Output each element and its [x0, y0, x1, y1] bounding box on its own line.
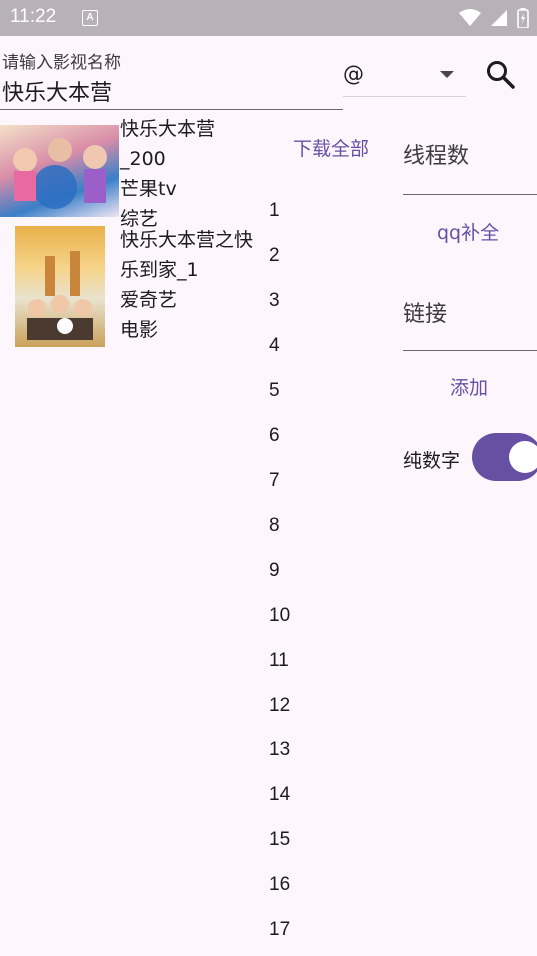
search-input[interactable]	[0, 72, 343, 110]
episode-item[interactable]: 14	[269, 780, 290, 810]
status-icons	[455, 7, 529, 29]
status-bar: 11:22 A	[0, 0, 537, 36]
link-input[interactable]: 链接	[403, 290, 537, 351]
episode-item[interactable]: 11	[269, 646, 289, 676]
result-episode: 乐到家_1	[120, 259, 199, 281]
result-title: 快乐大本营	[120, 118, 216, 140]
result-info: 快乐大本营之快 乐到家_1 爱奇艺 电影	[120, 225, 253, 345]
download-all-button[interactable]: 下载全部	[293, 134, 369, 161]
link-placeholder: 链接	[403, 302, 448, 327]
add-button[interactable]: 添加	[450, 373, 488, 400]
episode-item[interactable]: 12	[269, 691, 290, 721]
episode-item[interactable]: 6	[269, 421, 280, 451]
threads-placeholder: 线程数	[403, 144, 470, 169]
source-dropdown-value: @	[343, 62, 364, 86]
episode-item[interactable]: 3	[269, 286, 280, 316]
search-button[interactable]	[484, 58, 518, 92]
threads-input[interactable]: 线程数	[403, 132, 537, 195]
switch-thumb	[509, 441, 537, 473]
result-item[interactable]: 快乐大本营 _200 芒果tv 综艺	[0, 114, 290, 230]
dropdown-arrow-icon	[440, 71, 454, 78]
episode-item[interactable]: 17	[269, 915, 290, 945]
episode-item[interactable]: 9	[269, 556, 280, 586]
status-time: 11:22	[10, 6, 57, 27]
episode-item[interactable]: 10	[269, 601, 290, 631]
result-thumbnail	[15, 226, 105, 347]
result-thumbnail	[0, 125, 119, 217]
episode-item[interactable]: 16	[269, 870, 290, 900]
cellular-signal-icon	[490, 9, 507, 26]
qq-complete-button[interactable]: qq补全	[437, 218, 499, 245]
episode-item[interactable]: 2	[269, 241, 280, 271]
result-list: 快乐大本营 _200 芒果tv 综艺 快乐大本营之快 乐到家_1 爱奇艺 电影	[0, 114, 290, 347]
numeric-only-switch[interactable]	[472, 433, 537, 481]
source-dropdown[interactable]: @	[343, 54, 466, 97]
episode-item[interactable]: 1	[269, 196, 280, 226]
result-title: 快乐大本营之快	[120, 229, 254, 251]
result-platform: 芒果tv	[120, 178, 177, 200]
battery-icon	[517, 7, 529, 28]
episode-item[interactable]: 13	[269, 735, 290, 765]
result-platform: 爱奇艺	[120, 289, 178, 311]
numeric-only-label: 纯数字	[403, 450, 461, 472]
search-icon	[487, 61, 515, 89]
result-info: 快乐大本营 _200 芒果tv 综艺	[120, 114, 215, 234]
episode-item[interactable]: 8	[269, 511, 280, 541]
episode-item[interactable]: 4	[269, 331, 280, 361]
episode-item[interactable]: 5	[269, 376, 280, 406]
episode-item[interactable]: 15	[269, 825, 290, 855]
result-item[interactable]: 快乐大本营之快 乐到家_1 爱奇艺 电影	[0, 222, 290, 347]
wifi-icon	[458, 8, 481, 26]
notification-a-icon: A	[82, 10, 98, 26]
result-episode: _200	[120, 148, 166, 170]
search-label: 请输入影视名称	[2, 53, 121, 73]
result-category: 电影	[120, 319, 159, 341]
episode-item[interactable]: 7	[269, 466, 280, 496]
